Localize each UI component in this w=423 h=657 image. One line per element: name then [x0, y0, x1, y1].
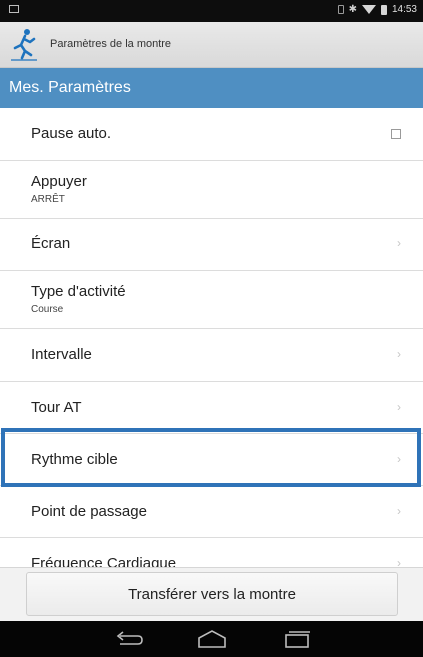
sim-card-icon [9, 5, 19, 13]
status-time: 14:53 [391, 4, 417, 15]
runner-logo-icon[interactable] [9, 28, 39, 62]
app-bar: Paramètres de la montre [0, 22, 423, 68]
chevron-right-icon: › [397, 236, 401, 250]
setting-title: Rythme cible [31, 451, 118, 468]
chevron-right-icon: › [397, 504, 401, 518]
status-bar: ✱ 14:53 [0, 0, 423, 22]
setting-row-rythme-cible[interactable]: Rythme cible › [0, 434, 423, 486]
app-title: Paramètres de la montre [50, 38, 172, 50]
setting-row-point-de-passage[interactable]: Point de passage › [0, 486, 423, 538]
status-icons: ✱ 14:53 [337, 3, 417, 15]
battery-icon [380, 4, 387, 15]
setting-row-intervalle[interactable]: Intervalle › [0, 329, 423, 382]
home-icon[interactable] [192, 627, 232, 651]
section-header: Mes. Paramètres [0, 68, 423, 108]
setting-title: Point de passage [31, 503, 147, 520]
navigation-bar [0, 621, 423, 657]
setting-title: Tour AT [31, 399, 82, 416]
setting-row-frequence-cardiaque[interactable]: Fréquence Cardiaque › [0, 538, 423, 570]
pause-auto-checkbox[interactable] [391, 129, 401, 139]
setting-title: Intervalle [31, 346, 92, 363]
setting-title: Écran [31, 235, 71, 252]
setting-row-type-activite[interactable]: Type d'activité Course [0, 271, 423, 329]
setting-row-appuyer[interactable]: Appuyer ARRÊT [0, 161, 423, 219]
setting-subtitle: Course [31, 304, 64, 315]
wifi-icon [361, 5, 376, 14]
chevron-right-icon: › [397, 452, 401, 466]
setting-row-pause-auto[interactable]: Pause auto. [0, 108, 423, 161]
recent-apps-icon[interactable] [277, 627, 317, 651]
chevron-right-icon: › [397, 347, 401, 361]
transfer-to-watch-button[interactable]: Transférer vers la montre [26, 572, 398, 616]
setting-title: Type d'activité [31, 283, 126, 300]
bluetooth-icon: ✱ [348, 3, 357, 15]
setting-row-tour-at[interactable]: Tour AT › [0, 382, 423, 434]
settings-list: Pause auto. Appuyer ARRÊT Écran › Type d… [0, 108, 423, 570]
setting-subtitle: ARRÊT [31, 194, 65, 205]
vibrate-icon [337, 5, 344, 14]
back-icon[interactable] [108, 627, 148, 651]
setting-row-ecran[interactable]: Écran › [0, 219, 423, 271]
footer-bar: Transférer vers la montre [0, 567, 423, 621]
chevron-right-icon: › [397, 400, 401, 414]
setting-title: Appuyer [31, 173, 87, 190]
setting-title: Pause auto. [31, 125, 112, 142]
